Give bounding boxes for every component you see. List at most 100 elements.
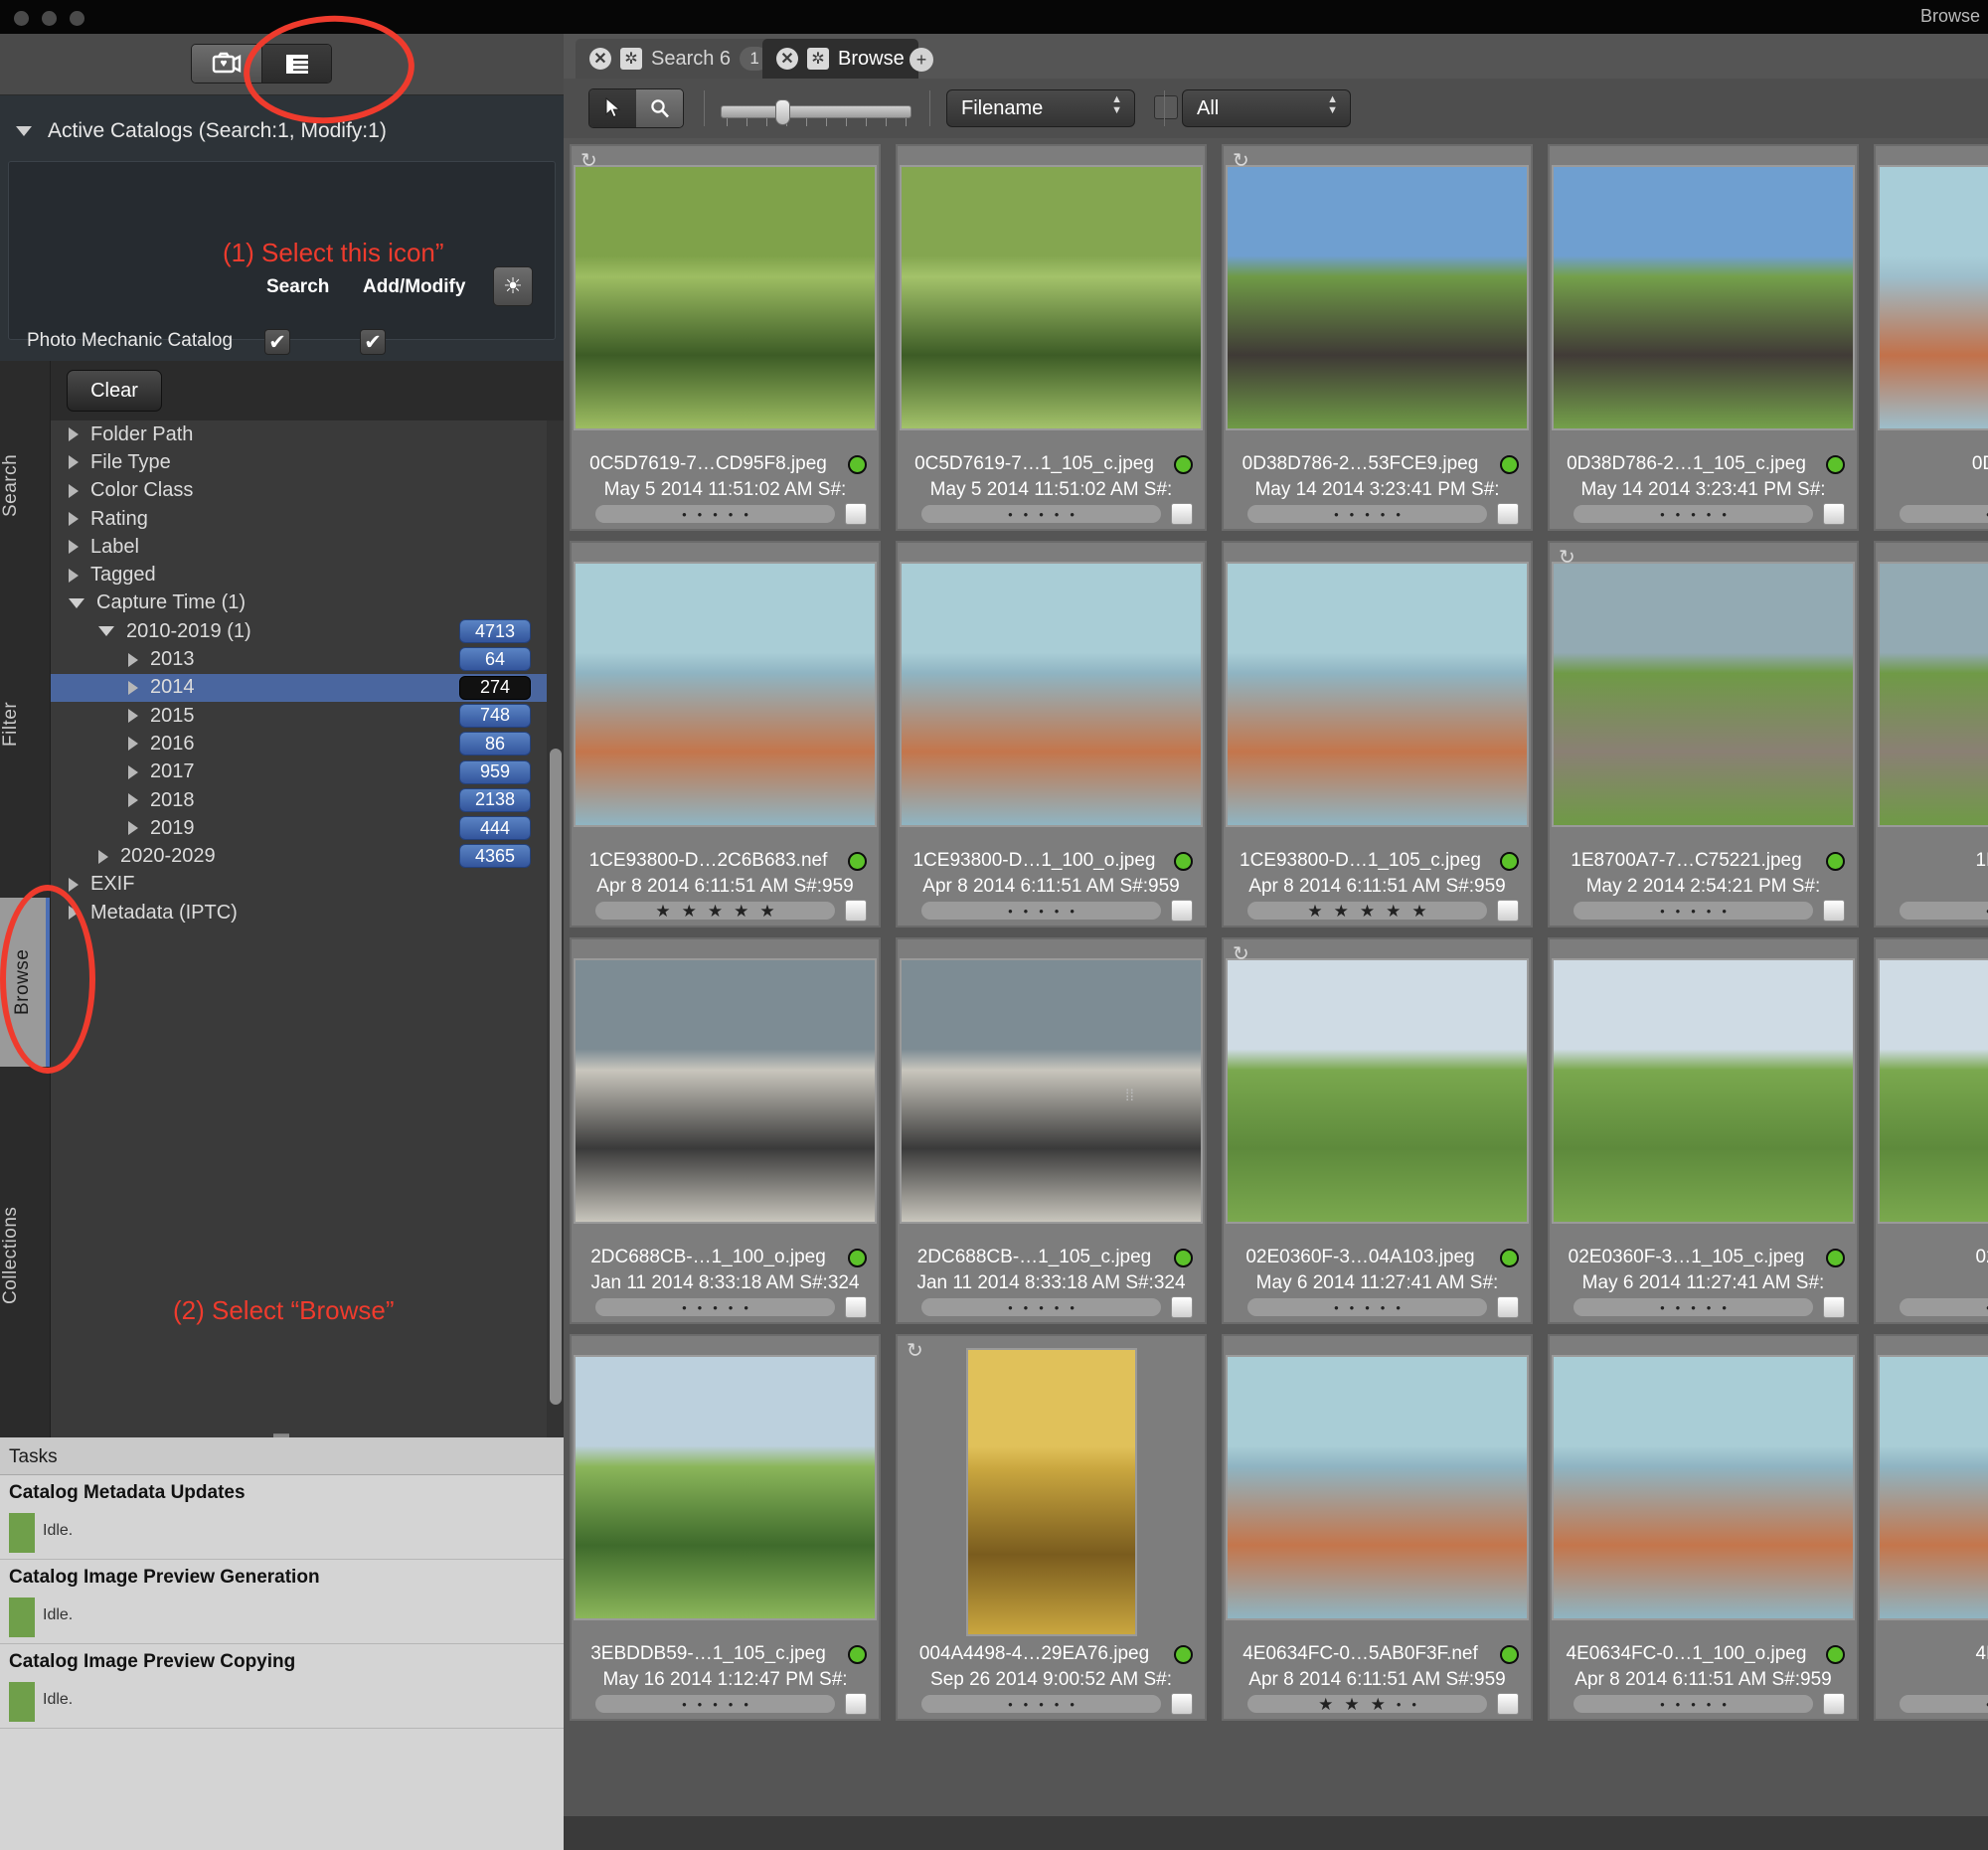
thumbnail-image-area[interactable] — [572, 543, 879, 846]
thumbnail-cell[interactable]: 3EBDDB59-…1_105_c.jpegMay 16 2014 1:12:4… — [570, 1334, 881, 1721]
star-empty-icon[interactable]: • — [1008, 905, 1013, 918]
search-tree-row[interactable]: Folder Path — [51, 420, 547, 448]
search-tree-row[interactable]: 2014274 — [51, 674, 547, 702]
scrollbar-thumb[interactable] — [550, 749, 562, 1405]
star-empty-icon[interactable]: • — [1707, 508, 1712, 521]
star-empty-icon[interactable]: • — [1676, 1698, 1681, 1711]
thumbnail-image-area[interactable] — [1876, 1336, 1988, 1639]
thumbnail-cell[interactable]: ↻1E8700A7-7…C75221.jpegMay 2 2014 2:54:2… — [1548, 541, 1859, 927]
thumbnail-grid[interactable]: ↻0C5D7619-7…CD95F8.jpegMay 5 2014 11:51:… — [564, 138, 1988, 1816]
rotate-icon[interactable]: ↻ — [1559, 548, 1584, 570]
star-empty-icon[interactable]: • — [1660, 1301, 1665, 1314]
thumbnail-image-area[interactable] — [1876, 146, 1988, 449]
thumbnail-cell[interactable]: 1E870…May 2…••••• — [1874, 541, 1988, 927]
color-class-swatch[interactable] — [1171, 1693, 1193, 1715]
star-filled-icon[interactable]: ★ — [1334, 903, 1349, 920]
rating-stars[interactable]: ••••• — [1574, 1695, 1813, 1713]
thumbnail-image-area[interactable] — [1550, 146, 1857, 449]
rating-stars[interactable]: ★★★•• — [1247, 1695, 1487, 1713]
rating-stars[interactable]: ••••• — [1574, 1298, 1813, 1316]
star-empty-icon[interactable]: • — [1396, 508, 1401, 521]
star-empty-icon[interactable]: • — [1397, 1698, 1402, 1711]
star-empty-icon[interactable]: • — [1070, 1301, 1075, 1314]
chevron-right-icon[interactable] — [98, 850, 108, 864]
search-tree-row[interactable]: 20182138 — [51, 786, 547, 814]
star-empty-icon[interactable]: • — [713, 1698, 718, 1711]
rail-tab-filter[interactable]: Filter — [0, 659, 50, 788]
star-empty-icon[interactable]: • — [1008, 508, 1013, 521]
color-class-swatch[interactable] — [1823, 503, 1845, 525]
star-empty-icon[interactable]: • — [729, 1301, 734, 1314]
reverse-checkbox[interactable] — [1154, 95, 1178, 119]
rotate-icon[interactable]: ↻ — [907, 1341, 932, 1363]
chevron-right-icon[interactable] — [69, 569, 79, 583]
thumbnail-cell[interactable]: 2DC688CB-…1_105_c.jpegJan 11 2014 8:33:1… — [896, 937, 1207, 1324]
magnifier-icon[interactable] — [636, 89, 683, 127]
search-tree-row[interactable]: 201686 — [51, 730, 547, 757]
close-icon[interactable]: ✕ — [589, 48, 611, 70]
rating-stars[interactable]: ••••• — [1900, 902, 1988, 920]
star-empty-icon[interactable]: • — [1676, 1301, 1681, 1314]
star-empty-icon[interactable]: • — [1055, 508, 1060, 521]
thumbnail-image-area[interactable] — [1550, 939, 1857, 1243]
color-class-swatch[interactable] — [1171, 900, 1193, 922]
star-empty-icon[interactable]: • — [1381, 1301, 1386, 1314]
color-class-swatch[interactable] — [1823, 1693, 1845, 1715]
thumbnail-image[interactable] — [1552, 562, 1855, 827]
chevron-right-icon[interactable] — [69, 455, 79, 469]
window-close-button[interactable] — [14, 11, 29, 26]
thumbnail-image-area[interactable] — [1876, 939, 1988, 1243]
task-item[interactable]: Catalog Image Preview Generation Idle. — [0, 1560, 564, 1644]
color-class-swatch[interactable] — [1823, 900, 1845, 922]
star-empty-icon[interactable]: • — [1070, 1698, 1075, 1711]
star-empty-icon[interactable]: • — [1039, 1698, 1044, 1711]
rotate-icon[interactable]: ↻ — [580, 151, 606, 173]
color-class-swatch[interactable] — [845, 900, 867, 922]
thumbnail-image-area[interactable] — [572, 1336, 879, 1639]
star-empty-icon[interactable]: • — [1676, 905, 1681, 918]
star-empty-icon[interactable]: • — [698, 1698, 703, 1711]
thumbnail-size-slider[interactable] — [721, 100, 911, 126]
color-class-swatch[interactable] — [1823, 1296, 1845, 1318]
view-filter-dropdown[interactable]: All ▲▼ — [1182, 89, 1351, 127]
star-filled-icon[interactable]: ★ — [1360, 903, 1375, 920]
catalog-addmodify-checkbox[interactable]: ✔ — [360, 329, 386, 355]
thumbnail-cell[interactable]: ↻0D38D786-2…53FCE9.jpegMay 14 2014 3:23:… — [1222, 144, 1533, 531]
star-empty-icon[interactable]: • — [1722, 905, 1727, 918]
search-tree-row[interactable]: 2020-20294365 — [51, 842, 547, 870]
star-empty-icon[interactable]: • — [1722, 1301, 1727, 1314]
thumbnail-image[interactable] — [1552, 165, 1855, 430]
task-item[interactable]: Catalog Image Preview Copying Idle. — [0, 1644, 564, 1729]
star-empty-icon[interactable]: • — [1660, 905, 1665, 918]
thumbnail-cell[interactable]: 02E0360F-3…1_105_c.jpegMay 6 2014 11:27:… — [1548, 937, 1859, 1324]
search-tree-row[interactable]: 2017959 — [51, 758, 547, 786]
rating-stars[interactable]: ★★★★★ — [595, 902, 835, 920]
chevron-right-icon[interactable] — [128, 737, 138, 751]
chevron-right-icon[interactable] — [69, 540, 79, 554]
chevron-down-icon[interactable] — [69, 598, 84, 608]
star-empty-icon[interactable]: • — [1722, 508, 1727, 521]
thumbnail-image[interactable] — [1552, 1355, 1855, 1620]
thumbnail-image-area[interactable] — [572, 939, 879, 1243]
star-empty-icon[interactable]: • — [1396, 1301, 1401, 1314]
search-tree-row[interactable]: Tagged — [51, 561, 547, 589]
rail-tab-search[interactable]: Search — [0, 411, 50, 560]
thumbnail-cell[interactable]: 2DC688CB-…1_100_o.jpegJan 11 2014 8:33:1… — [570, 937, 881, 1324]
rating-stars[interactable]: ••••• — [1900, 1695, 1988, 1713]
rating-stars[interactable]: ••••• — [921, 505, 1161, 523]
search-tree-row[interactable]: 201364 — [51, 645, 547, 673]
thumbnail-image-area[interactable] — [898, 939, 1205, 1243]
thumbnail-image-area[interactable]: ↻ — [1550, 543, 1857, 846]
star-filled-icon[interactable]: ★ — [734, 903, 748, 920]
star-empty-icon[interactable]: • — [713, 1301, 718, 1314]
thumbnail-image-area[interactable]: ↻ — [898, 1336, 1205, 1639]
color-class-swatch[interactable] — [1171, 503, 1193, 525]
color-class-swatch[interactable] — [1497, 900, 1519, 922]
star-empty-icon[interactable]: • — [729, 1698, 734, 1711]
rating-stars[interactable]: ••••• — [1247, 1298, 1487, 1316]
chevron-down-icon[interactable] — [98, 626, 114, 636]
thumbnail-image[interactable] — [574, 562, 877, 827]
star-empty-icon[interactable]: • — [1039, 508, 1044, 521]
star-empty-icon[interactable]: • — [1055, 905, 1060, 918]
task-item[interactable]: Catalog Metadata Updates Idle. — [0, 1475, 564, 1560]
